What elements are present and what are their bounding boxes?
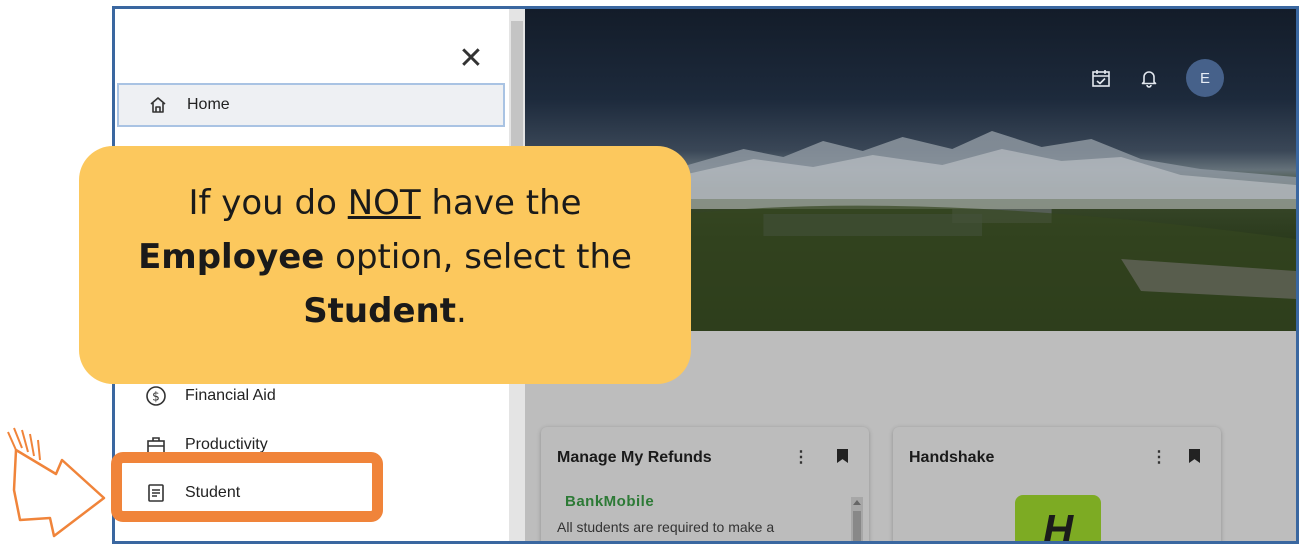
bookmark-icon[interactable] [837,449,848,463]
dollar-circle-icon: $ [145,385,167,407]
scroll-up-icon[interactable] [853,500,861,505]
home-icon [147,94,169,116]
scrollbar-thumb[interactable] [853,511,861,541]
sidebar-item-label: Home [187,96,230,113]
header-icons: E [1090,59,1224,97]
more-options-icon[interactable]: ⋮ [793,447,809,467]
close-icon[interactable]: ✕ [457,44,485,74]
card-manage-my-refunds[interactable]: Manage My Refunds ⋮ BankMobile All stude… [541,427,869,541]
bookmark-icon[interactable] [1189,449,1200,463]
sidebar-item-label: Financial Aid [185,387,276,404]
callout-line-3: Student. [303,291,467,331]
calendar-check-icon[interactable] [1090,67,1112,89]
card-handshake[interactable]: Handshake ⋮ H [893,427,1221,541]
card-title: Manage My Refunds [557,449,712,466]
card-description: All students are required to make a [557,519,775,535]
callout-line-2: Employee option, select the [138,237,632,277]
instruction-callout: If you do NOT have the Employee option, … [79,146,691,384]
bell-icon[interactable] [1138,67,1160,89]
pointer-arrow-icon [7,427,106,538]
sidebar-item-home[interactable]: Home [117,83,505,127]
card-title: Handshake [909,449,995,466]
more-options-icon[interactable]: ⋮ [1151,447,1167,467]
student-highlight-box [111,452,383,522]
callout-line-1: If you do NOT have the [188,183,582,223]
handshake-logo: H [1015,495,1101,541]
svg-text:$: $ [152,390,160,404]
avatar[interactable]: E [1186,59,1224,97]
bankmobile-logo: BankMobile [565,493,655,510]
card-scrollbar[interactable] [851,497,863,541]
